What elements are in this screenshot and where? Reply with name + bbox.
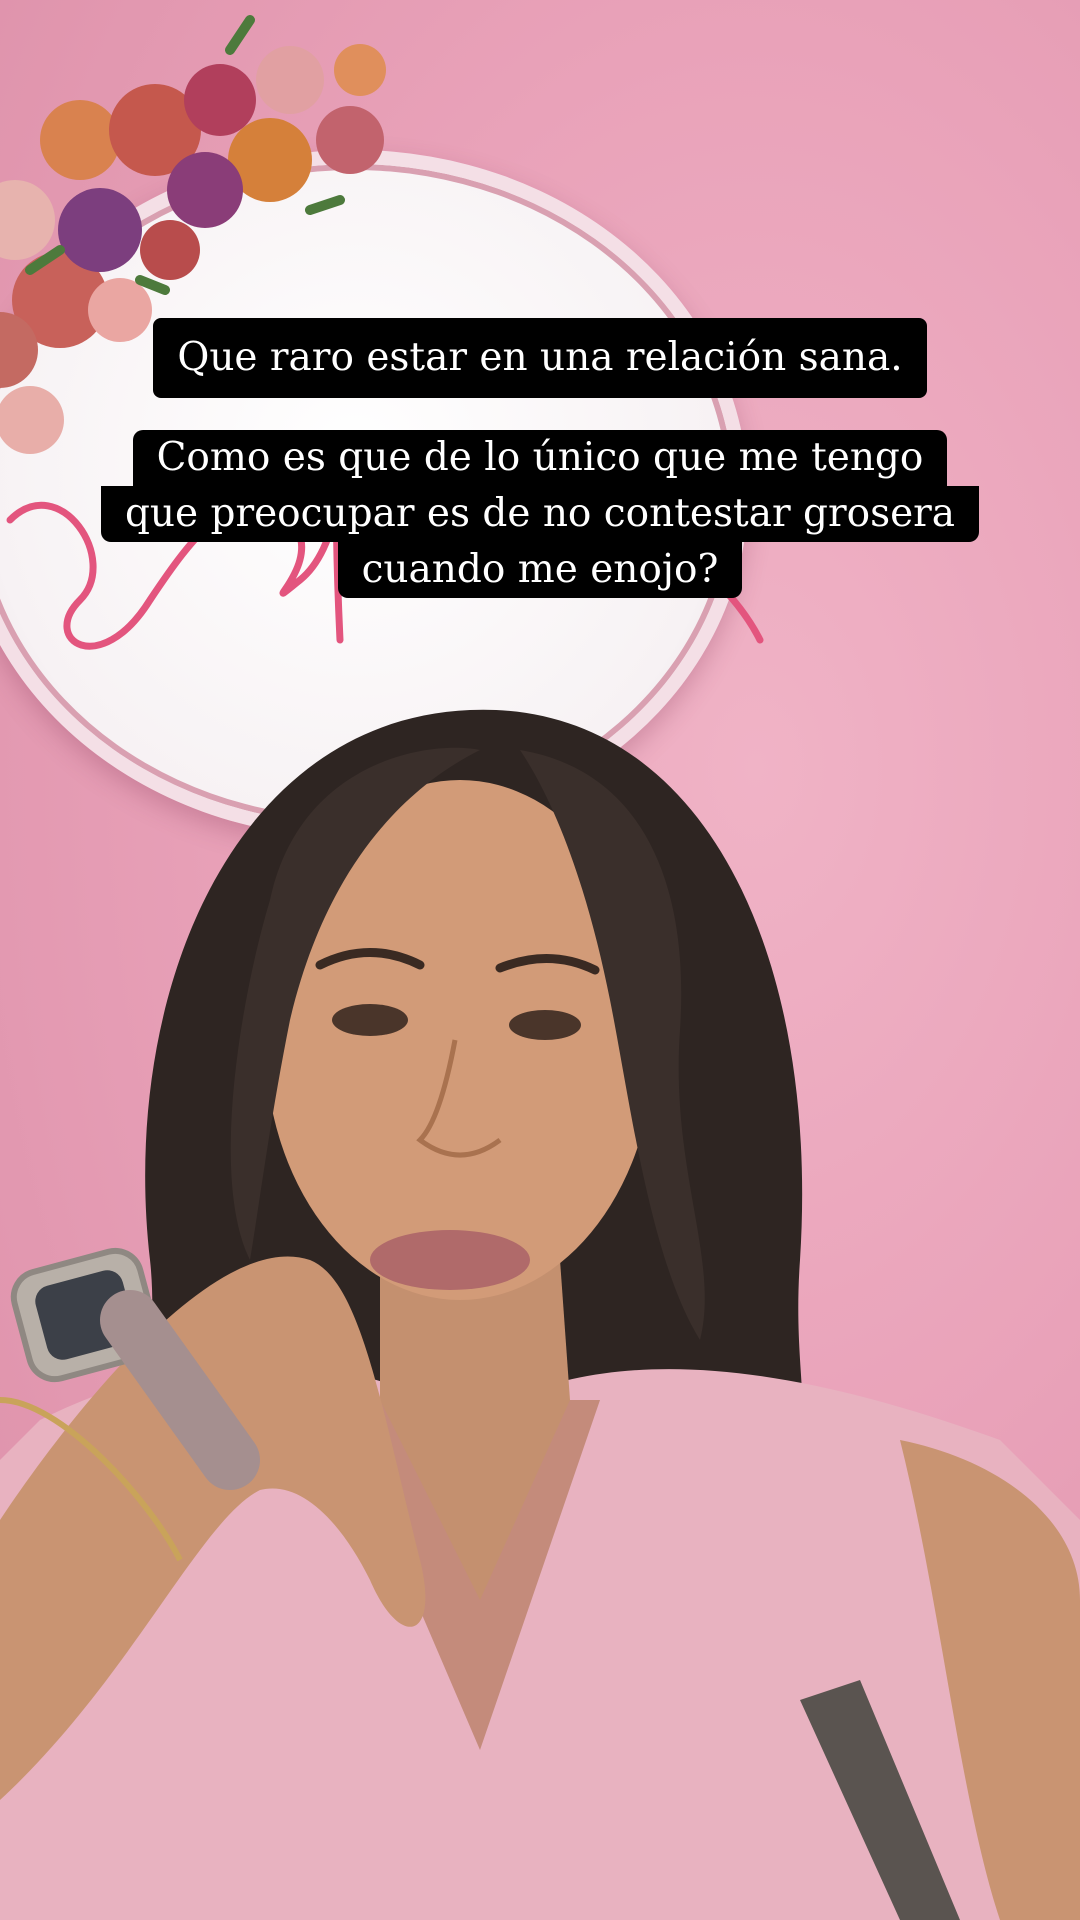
person-selfie — [0, 709, 1080, 1920]
caption-first: Que raro estar en una relación sana. — [0, 318, 1080, 398]
caption-line: Como es que de lo único que me tengo — [132, 430, 948, 486]
caption-line: que preocupar es de no contestar grosera — [100, 486, 980, 542]
caption-line: Que raro estar en una relación sana. — [153, 318, 927, 398]
caption-second: Como es que de lo único que me tengo que… — [0, 430, 1080, 598]
story-frame: Que raro estar en una relación sana. Com… — [0, 0, 1080, 1920]
caption-line: cuando me enojo? — [337, 542, 743, 598]
